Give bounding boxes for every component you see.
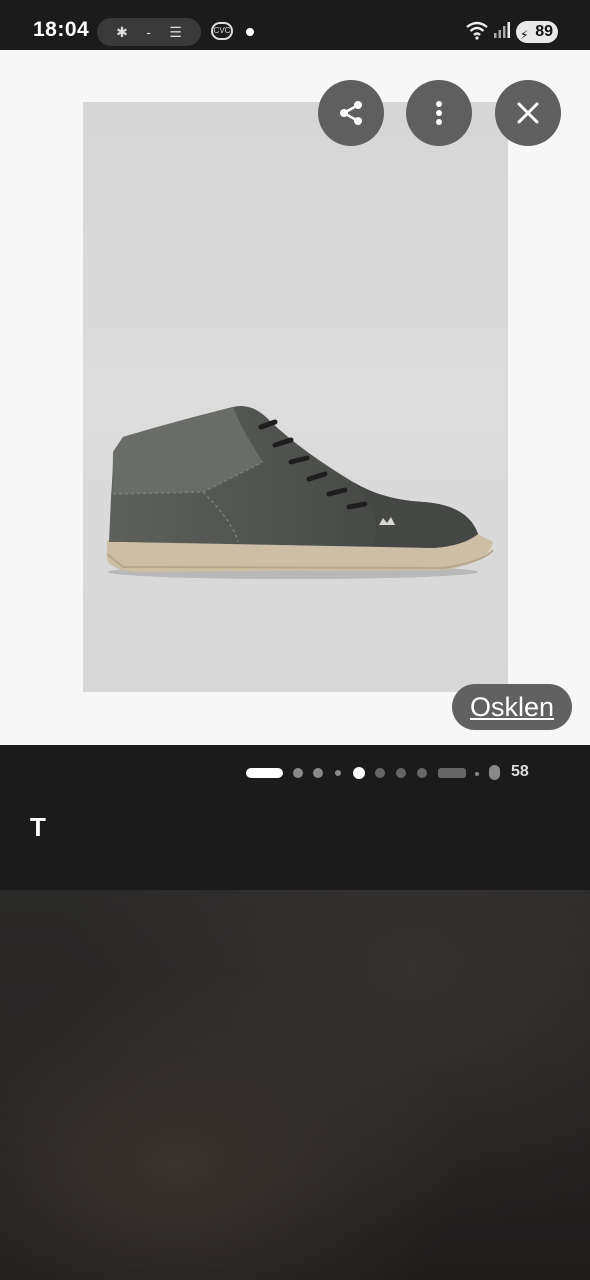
bug-icon: ✱ — [116, 23, 128, 40]
notification-dot-icon — [246, 28, 254, 36]
signal-icon — [494, 22, 510, 38]
close-icon — [517, 102, 539, 124]
page-dot — [335, 770, 341, 776]
share-icon — [340, 101, 362, 125]
page-dot — [396, 768, 406, 778]
clock: 18:04 — [33, 18, 90, 41]
source-link[interactable]: Osklen — [452, 684, 572, 730]
sneaker-illustration — [106, 406, 494, 579]
battery-level: 89 — [535, 23, 553, 40]
text-tool-icon[interactable]: T — [30, 812, 46, 843]
page-dot — [475, 772, 479, 776]
page-dot — [489, 765, 500, 780]
page-dot — [375, 768, 385, 778]
results-strip — [0, 745, 590, 890]
page-dot — [293, 768, 303, 778]
background-texture — [0, 890, 590, 1280]
charging-icon: ⚡ — [520, 28, 529, 42]
flag-icon: ☰ — [169, 23, 182, 40]
page-dot — [438, 768, 466, 778]
page-dot — [417, 768, 427, 778]
image-viewer: Osklen — [0, 50, 590, 745]
minus-icon: - — [146, 24, 151, 40]
battery-indicator: ⚡ 89 — [516, 21, 558, 43]
page-dot — [313, 768, 323, 778]
cvc-icon: CVC — [211, 22, 233, 40]
close-button[interactable] — [495, 80, 561, 146]
product-image[interactable] — [83, 102, 508, 692]
wifi-icon — [466, 21, 488, 40]
page-dot-current — [353, 767, 365, 779]
status-bar: 18:04 ✱ - ☰ CVC ⚡ 89 — [0, 0, 590, 50]
more-options-button[interactable] — [406, 80, 472, 146]
share-button[interactable] — [318, 80, 384, 146]
result-counter: 58 — [511, 763, 529, 780]
page-dot-active — [246, 768, 283, 778]
notification-pill[interactable]: ✱ - ☰ — [97, 18, 201, 46]
more-vert-icon — [436, 101, 442, 125]
